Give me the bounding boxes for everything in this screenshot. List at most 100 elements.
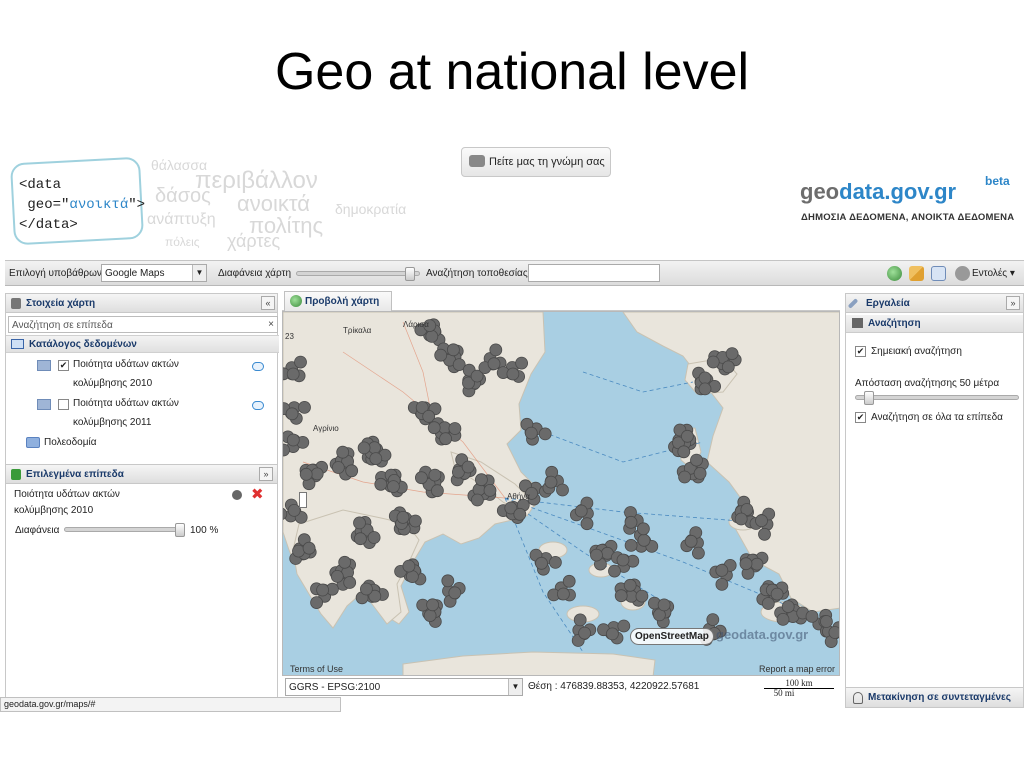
map-opacity-slider[interactable] xyxy=(296,267,420,281)
layer-checkbox-2011[interactable] xyxy=(58,399,69,410)
beach-marker[interactable] xyxy=(573,613,587,627)
folder-urban-planning[interactable]: Πολεοδομία xyxy=(44,433,97,452)
beach-marker[interactable] xyxy=(580,517,594,531)
beach-marker[interactable] xyxy=(758,527,771,541)
beach-marker[interactable] xyxy=(448,422,462,435)
beach-marker[interactable] xyxy=(408,514,422,528)
report-error-link[interactable]: Report a map error xyxy=(759,664,835,674)
beach-marker[interactable] xyxy=(635,589,649,603)
beach-marker[interactable] xyxy=(286,367,300,381)
layer-status-icon[interactable] xyxy=(232,490,242,500)
beach-marker[interactable] xyxy=(515,356,529,370)
move-to-coordinates-button[interactable]: Μετακίνηση σε συντεταγμένες xyxy=(846,687,1023,707)
beach-marker[interactable] xyxy=(426,598,440,612)
feedback-button[interactable]: Πείτε μας τη γνώμη σας xyxy=(461,147,611,177)
beach-marker[interactable] xyxy=(285,407,299,421)
info-bubble-icon[interactable] xyxy=(252,401,264,410)
beach-marker[interactable] xyxy=(734,512,748,526)
beach-marker[interactable] xyxy=(425,329,439,343)
beach-marker[interactable] xyxy=(608,564,621,578)
beach-marker[interactable] xyxy=(483,483,497,497)
beach-marker[interactable] xyxy=(470,493,484,507)
beach-marker[interactable] xyxy=(367,531,381,544)
beach-marker[interactable] xyxy=(330,569,344,583)
beach-marker[interactable] xyxy=(562,574,576,588)
beach-marker[interactable] xyxy=(446,343,460,357)
info-bubble-icon[interactable] xyxy=(252,362,264,371)
search-distance-slider[interactable] xyxy=(855,391,1019,405)
beach-marker[interactable] xyxy=(461,460,475,474)
remove-layer-icon[interactable]: ✖ xyxy=(251,485,264,503)
ruler-icon[interactable] xyxy=(909,266,924,281)
clear-icon[interactable]: × xyxy=(268,319,274,330)
beach-marker[interactable] xyxy=(678,470,692,484)
beach-marker[interactable] xyxy=(616,553,630,567)
layer-name-2011[interactable]: Ποιότητα υδάτων ακτών xyxy=(73,394,179,413)
beach-marker[interactable] xyxy=(369,452,383,466)
beach-marker[interactable] xyxy=(474,473,488,487)
beach-marker[interactable] xyxy=(423,609,437,623)
beach-marker[interactable] xyxy=(489,343,503,357)
beach-marker[interactable] xyxy=(828,626,840,639)
beach-marker[interactable] xyxy=(506,367,520,381)
beach-marker[interactable] xyxy=(690,453,703,467)
beach-marker[interactable] xyxy=(345,464,359,478)
beach-marker[interactable] xyxy=(693,466,707,480)
beach-marker[interactable] xyxy=(623,578,637,592)
layer-opacity-slider[interactable] xyxy=(64,523,185,537)
beach-marker[interactable] xyxy=(298,401,311,414)
base-layer-select[interactable]: Google Maps ▼ xyxy=(101,264,207,282)
beach-marker[interactable] xyxy=(574,504,588,518)
beach-marker[interactable] xyxy=(657,598,671,612)
beach-marker[interactable] xyxy=(624,515,638,529)
beach-marker[interactable] xyxy=(755,514,768,528)
beach-marker[interactable] xyxy=(357,441,371,455)
beach-marker[interactable] xyxy=(715,563,729,577)
brand-name[interactable]: geodata.gov.gr xyxy=(800,179,956,205)
layer-name-2011-cont[interactable]: κολύμβησης 2011 xyxy=(73,413,151,432)
beach-marker[interactable] xyxy=(354,532,367,546)
beach-marker[interactable] xyxy=(691,546,705,560)
beach-marker[interactable] xyxy=(637,533,651,547)
site-logo[interactable]: <data geo="ανοικτά"> </data> xyxy=(19,175,145,235)
beach-marker[interactable] xyxy=(605,627,619,641)
point-search-checkbox[interactable]: ✔ xyxy=(855,346,866,357)
slider-thumb[interactable] xyxy=(864,391,874,405)
slider-thumb[interactable] xyxy=(175,523,185,537)
beach-marker[interactable] xyxy=(544,475,558,489)
beach-marker[interactable] xyxy=(402,559,416,573)
map-canvas[interactable]: Τρίκαλα Λάρισα Αγρίνιο Αθήνα 23 OpenStre… xyxy=(282,311,840,676)
beach-marker[interactable] xyxy=(614,589,628,603)
beach-marker[interactable] xyxy=(430,484,444,498)
layer-name-2010[interactable]: Ποιότητα υδάτων ακτών xyxy=(73,355,179,374)
beach-marker[interactable] xyxy=(535,556,548,570)
beach-marker[interactable] xyxy=(617,619,631,633)
beach-marker[interactable] xyxy=(316,583,329,597)
collapse-selected-button[interactable]: » xyxy=(259,467,273,481)
beach-marker[interactable] xyxy=(434,348,448,362)
beach-marker[interactable] xyxy=(338,555,352,569)
beach-marker[interactable] xyxy=(706,355,720,369)
beach-marker[interactable] xyxy=(770,587,784,601)
beach-marker[interactable] xyxy=(750,557,764,571)
beach-marker[interactable] xyxy=(624,538,638,552)
beach-marker[interactable] xyxy=(331,461,345,474)
layer-name-2010-cont[interactable]: κολύμβησης 2010 xyxy=(73,374,152,393)
beach-marker[interactable] xyxy=(820,615,833,628)
beach-marker[interactable] xyxy=(590,548,603,562)
beach-marker[interactable] xyxy=(414,471,428,485)
beach-marker[interactable] xyxy=(684,534,698,548)
globe-icon[interactable] xyxy=(887,266,902,281)
beach-marker[interactable] xyxy=(310,467,324,481)
beach-marker[interactable] xyxy=(513,507,527,521)
beach-marker[interactable] xyxy=(343,576,357,589)
beach-marker[interactable] xyxy=(396,510,410,524)
collapse-left-button[interactable]: « xyxy=(261,296,275,310)
beach-marker[interactable] xyxy=(302,541,316,555)
beach-marker[interactable] xyxy=(556,483,569,497)
beach-marker[interactable] xyxy=(428,468,442,482)
print-icon[interactable] xyxy=(931,266,946,281)
beach-marker[interactable] xyxy=(538,427,552,441)
all-layers-checkbox[interactable]: ✔ xyxy=(855,412,866,423)
beach-marker[interactable] xyxy=(636,522,650,536)
